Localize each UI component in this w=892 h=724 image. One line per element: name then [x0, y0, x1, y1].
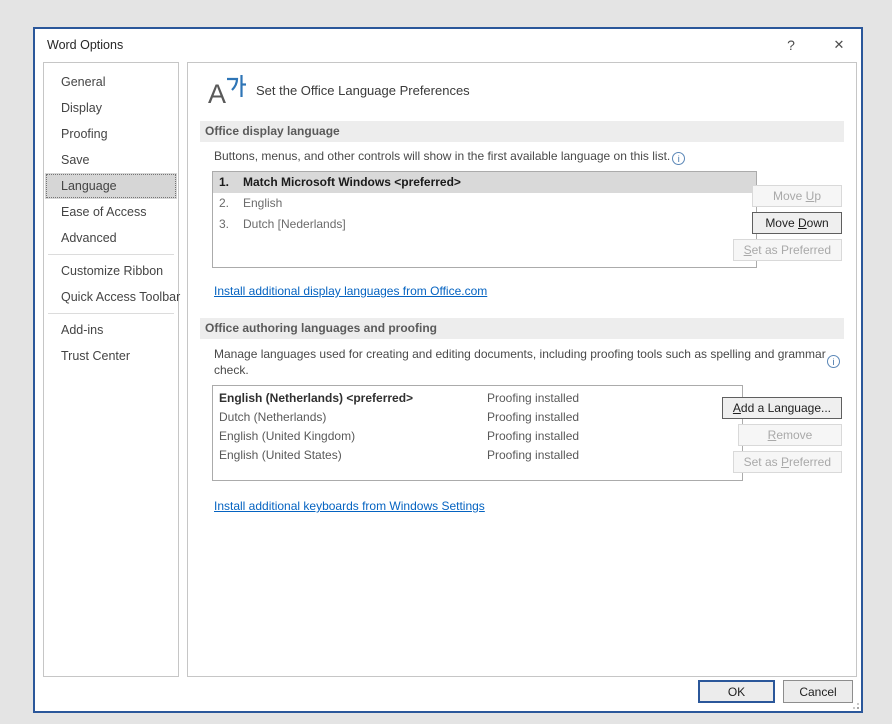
set-as-preferred-button: Set as Preferred — [733, 451, 842, 473]
sidebar-item-ease-of-access[interactable]: Ease of Access — [45, 199, 177, 225]
list-item-number: 1. — [219, 172, 243, 193]
sidebar-item-save[interactable]: Save — [45, 147, 177, 173]
word-options-dialog: Word Options ? ✕ General Display Proofin… — [33, 27, 863, 713]
sidebar-divider — [48, 254, 174, 255]
list-item-number: 2. — [219, 193, 243, 214]
sidebar-item-trust-center[interactable]: Trust Center — [45, 343, 177, 369]
proofing-status: Proofing installed — [487, 427, 579, 446]
authoring-description: Manage languages used for creating and e… — [214, 346, 832, 378]
language-name: English (United Kingdom) — [219, 427, 487, 446]
list-item[interactable]: English (United Kingdom) Proofing instal… — [213, 427, 742, 446]
authoring-language-buttons: Add a Language... Remove Set as Preferre… — [722, 397, 842, 478]
list-item-number: 3. — [219, 214, 243, 235]
list-item-label: Dutch [Nederlands] — [243, 214, 346, 235]
authoring-language-list[interactable]: English (Netherlands) <preferred> Proofi… — [212, 385, 743, 481]
language-preferences-icon: A — [208, 74, 246, 106]
language-name: English (United States) — [219, 446, 487, 465]
proofing-status: Proofing installed — [487, 408, 579, 427]
page-title: Set the Office Language Preferences — [256, 83, 470, 98]
ok-button[interactable]: OK — [698, 680, 775, 703]
sidebar-item-proofing[interactable]: Proofing — [45, 121, 177, 147]
info-icon[interactable]: i — [827, 355, 840, 368]
close-icon[interactable]: ✕ — [825, 33, 853, 57]
list-item[interactable]: 1. Match Microsoft Windows <preferred> — [213, 172, 756, 193]
sidebar-item-customize-ribbon[interactable]: Customize Ribbon — [45, 258, 177, 284]
sidebar-item-general[interactable]: General — [45, 69, 177, 95]
proofing-status: Proofing installed — [487, 446, 579, 465]
display-language-list[interactable]: 1. Match Microsoft Windows <preferred> 2… — [212, 171, 757, 268]
language-name: English (Netherlands) <preferred> — [219, 389, 487, 408]
language-name: Dutch (Netherlands) — [219, 408, 487, 427]
sidebar-item-display[interactable]: Display — [45, 95, 177, 121]
language-settings-panel: A Set the Office Language Preferences Of… — [187, 62, 857, 677]
move-up-button: Move Up — [752, 185, 842, 207]
sidebar-item-add-ins[interactable]: Add-ins — [45, 317, 177, 343]
list-item[interactable]: 2. English — [213, 193, 756, 214]
cancel-button[interactable]: Cancel — [783, 680, 853, 703]
install-display-languages-link[interactable]: Install additional display languages fro… — [214, 284, 487, 298]
proofing-status: Proofing installed — [487, 389, 579, 408]
titlebar: Word Options ? ✕ — [35, 29, 861, 63]
install-keyboards-link[interactable]: Install additional keyboards from Window… — [214, 499, 485, 513]
list-item[interactable]: Dutch (Netherlands) Proofing installed — [213, 408, 742, 427]
display-language-description-text: Buttons, menus, and other controls will … — [214, 149, 670, 163]
list-item[interactable]: English (Netherlands) <preferred> Proofi… — [213, 389, 742, 408]
display-language-description: Buttons, menus, and other controls will … — [214, 148, 685, 165]
display-language-buttons: Move Up Move Down Set as Preferred — [733, 185, 842, 266]
remove-button: Remove — [738, 424, 842, 446]
page-header: A Set the Office Language Preferences — [208, 71, 470, 109]
sidebar-item-language[interactable]: Language — [45, 173, 177, 199]
list-item-label: Match Microsoft Windows <preferred> — [243, 172, 461, 193]
dialog-title: Word Options — [47, 38, 123, 52]
section-office-authoring-languages: Office authoring languages and proofing — [200, 318, 844, 339]
list-item-label: English — [243, 193, 282, 214]
resize-grip[interactable] — [849, 699, 860, 710]
help-icon[interactable]: ? — [777, 33, 805, 57]
set-as-preferred-button: Set as Preferred — [733, 239, 842, 261]
sidebar-item-advanced[interactable]: Advanced — [45, 225, 177, 251]
list-item[interactable]: English (United States) Proofing install… — [213, 446, 742, 465]
sidebar-divider — [48, 313, 174, 314]
add-language-button[interactable]: Add a Language... — [722, 397, 842, 419]
sidebar: General Display Proofing Save Language E… — [43, 62, 179, 677]
section-office-display-language: Office display language — [200, 121, 844, 142]
info-icon[interactable]: i — [672, 152, 685, 165]
list-item[interactable]: 3. Dutch [Nederlands] — [213, 214, 756, 235]
move-down-button[interactable]: Move Down — [752, 212, 842, 234]
svg-text:A: A — [208, 79, 226, 106]
sidebar-item-quick-access-toolbar[interactable]: Quick Access Toolbar — [45, 284, 177, 310]
